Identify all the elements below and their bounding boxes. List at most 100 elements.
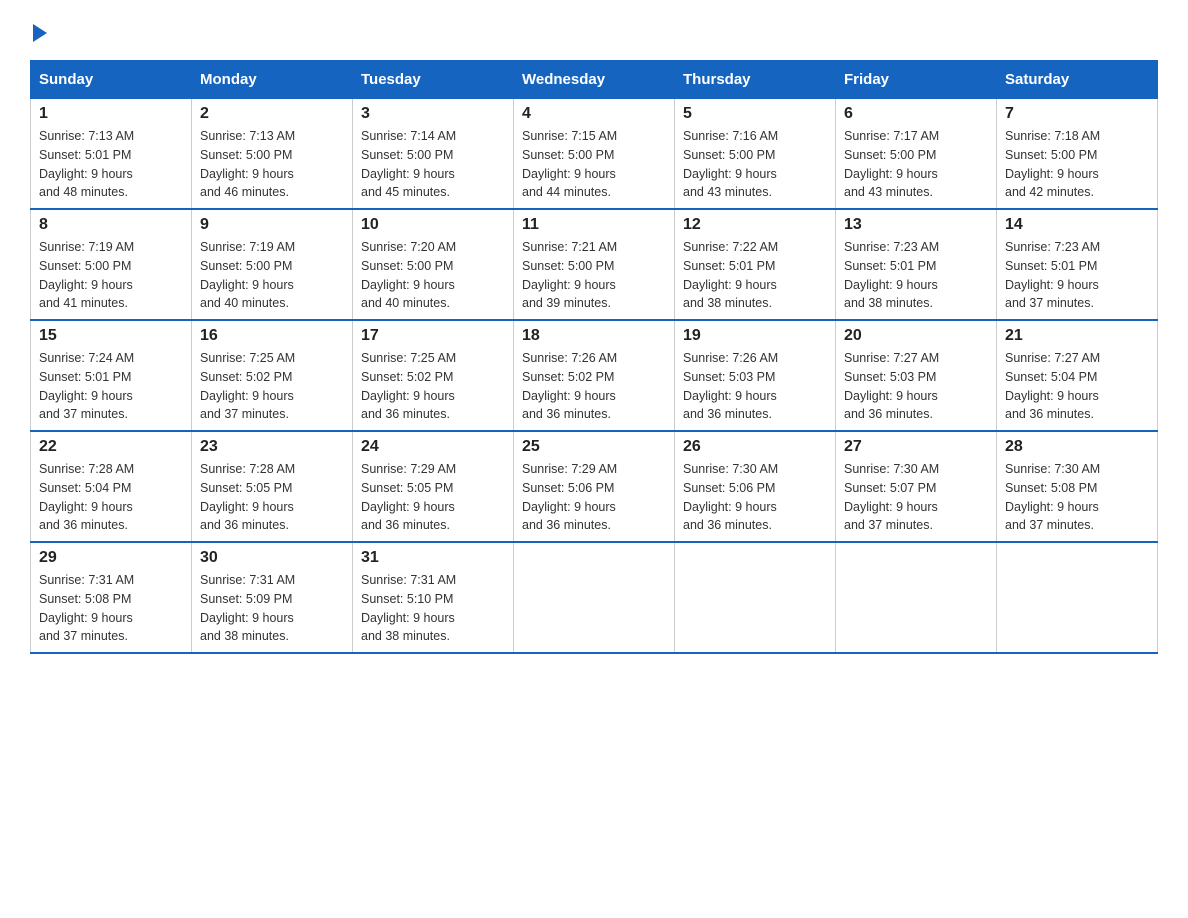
day-info: Sunrise: 7:27 AMSunset: 5:03 PMDaylight:… — [844, 349, 988, 424]
calendar-cell: 6 Sunrise: 7:17 AMSunset: 5:00 PMDayligh… — [836, 99, 997, 210]
week-row-5: 29 Sunrise: 7:31 AMSunset: 5:08 PMDaylig… — [31, 542, 1158, 653]
calendar-cell: 29 Sunrise: 7:31 AMSunset: 5:08 PMDaylig… — [31, 542, 192, 653]
calendar-cell: 8 Sunrise: 7:19 AMSunset: 5:00 PMDayligh… — [31, 209, 192, 320]
day-info: Sunrise: 7:24 AMSunset: 5:01 PMDaylight:… — [39, 349, 183, 424]
calendar-cell: 3 Sunrise: 7:14 AMSunset: 5:00 PMDayligh… — [353, 99, 514, 210]
day-info: Sunrise: 7:18 AMSunset: 5:00 PMDaylight:… — [1005, 127, 1149, 202]
calendar-cell — [836, 542, 997, 653]
day-number: 22 — [39, 438, 183, 456]
week-row-2: 8 Sunrise: 7:19 AMSunset: 5:00 PMDayligh… — [31, 209, 1158, 320]
day-number: 4 — [522, 105, 666, 123]
day-number: 27 — [844, 438, 988, 456]
logo — [30, 20, 47, 42]
calendar-cell: 9 Sunrise: 7:19 AMSunset: 5:00 PMDayligh… — [192, 209, 353, 320]
header-row: SundayMondayTuesdayWednesdayThursdayFrid… — [31, 61, 1158, 99]
calendar-cell: 7 Sunrise: 7:18 AMSunset: 5:00 PMDayligh… — [997, 99, 1158, 210]
calendar-cell: 26 Sunrise: 7:30 AMSunset: 5:06 PMDaylig… — [675, 431, 836, 542]
day-number: 2 — [200, 105, 344, 123]
day-info: Sunrise: 7:16 AMSunset: 5:00 PMDaylight:… — [683, 127, 827, 202]
calendar-cell: 14 Sunrise: 7:23 AMSunset: 5:01 PMDaylig… — [997, 209, 1158, 320]
week-row-3: 15 Sunrise: 7:24 AMSunset: 5:01 PMDaylig… — [31, 320, 1158, 431]
day-number: 21 — [1005, 327, 1149, 345]
day-number: 8 — [39, 216, 183, 234]
day-info: Sunrise: 7:19 AMSunset: 5:00 PMDaylight:… — [39, 238, 183, 313]
day-info: Sunrise: 7:13 AMSunset: 5:00 PMDaylight:… — [200, 127, 344, 202]
page-header — [30, 20, 1158, 42]
col-header-wednesday: Wednesday — [514, 61, 675, 99]
calendar-cell: 21 Sunrise: 7:27 AMSunset: 5:04 PMDaylig… — [997, 320, 1158, 431]
day-info: Sunrise: 7:13 AMSunset: 5:01 PMDaylight:… — [39, 127, 183, 202]
day-number: 11 — [522, 216, 666, 234]
calendar-cell: 18 Sunrise: 7:26 AMSunset: 5:02 PMDaylig… — [514, 320, 675, 431]
day-number: 19 — [683, 327, 827, 345]
col-header-tuesday: Tuesday — [353, 61, 514, 99]
day-info: Sunrise: 7:29 AMSunset: 5:06 PMDaylight:… — [522, 460, 666, 535]
day-number: 18 — [522, 327, 666, 345]
day-number: 26 — [683, 438, 827, 456]
calendar-cell: 28 Sunrise: 7:30 AMSunset: 5:08 PMDaylig… — [997, 431, 1158, 542]
logo-arrow-icon — [33, 24, 47, 42]
calendar-cell: 24 Sunrise: 7:29 AMSunset: 5:05 PMDaylig… — [353, 431, 514, 542]
day-info: Sunrise: 7:30 AMSunset: 5:07 PMDaylight:… — [844, 460, 988, 535]
col-header-sunday: Sunday — [31, 61, 192, 99]
day-number: 23 — [200, 438, 344, 456]
calendar-header: SundayMondayTuesdayWednesdayThursdayFrid… — [31, 61, 1158, 99]
day-number: 14 — [1005, 216, 1149, 234]
day-info: Sunrise: 7:21 AMSunset: 5:00 PMDaylight:… — [522, 238, 666, 313]
day-info: Sunrise: 7:31 AMSunset: 5:09 PMDaylight:… — [200, 571, 344, 646]
day-number: 24 — [361, 438, 505, 456]
day-number: 7 — [1005, 105, 1149, 123]
calendar-cell: 31 Sunrise: 7:31 AMSunset: 5:10 PMDaylig… — [353, 542, 514, 653]
day-number: 20 — [844, 327, 988, 345]
calendar-cell: 25 Sunrise: 7:29 AMSunset: 5:06 PMDaylig… — [514, 431, 675, 542]
calendar-cell: 4 Sunrise: 7:15 AMSunset: 5:00 PMDayligh… — [514, 99, 675, 210]
day-info: Sunrise: 7:30 AMSunset: 5:08 PMDaylight:… — [1005, 460, 1149, 535]
col-header-saturday: Saturday — [997, 61, 1158, 99]
calendar-cell: 13 Sunrise: 7:23 AMSunset: 5:01 PMDaylig… — [836, 209, 997, 320]
day-number: 29 — [39, 549, 183, 567]
day-info: Sunrise: 7:31 AMSunset: 5:10 PMDaylight:… — [361, 571, 505, 646]
day-info: Sunrise: 7:22 AMSunset: 5:01 PMDaylight:… — [683, 238, 827, 313]
calendar-cell: 30 Sunrise: 7:31 AMSunset: 5:09 PMDaylig… — [192, 542, 353, 653]
calendar-cell: 5 Sunrise: 7:16 AMSunset: 5:00 PMDayligh… — [675, 99, 836, 210]
day-info: Sunrise: 7:25 AMSunset: 5:02 PMDaylight:… — [361, 349, 505, 424]
col-header-monday: Monday — [192, 61, 353, 99]
day-info: Sunrise: 7:27 AMSunset: 5:04 PMDaylight:… — [1005, 349, 1149, 424]
calendar-cell: 27 Sunrise: 7:30 AMSunset: 5:07 PMDaylig… — [836, 431, 997, 542]
day-number: 17 — [361, 327, 505, 345]
week-row-1: 1 Sunrise: 7:13 AMSunset: 5:01 PMDayligh… — [31, 99, 1158, 210]
week-row-4: 22 Sunrise: 7:28 AMSunset: 5:04 PMDaylig… — [31, 431, 1158, 542]
day-info: Sunrise: 7:31 AMSunset: 5:08 PMDaylight:… — [39, 571, 183, 646]
calendar-table: SundayMondayTuesdayWednesdayThursdayFrid… — [30, 60, 1158, 654]
day-info: Sunrise: 7:15 AMSunset: 5:00 PMDaylight:… — [522, 127, 666, 202]
day-info: Sunrise: 7:26 AMSunset: 5:03 PMDaylight:… — [683, 349, 827, 424]
col-header-friday: Friday — [836, 61, 997, 99]
calendar-cell: 2 Sunrise: 7:13 AMSunset: 5:00 PMDayligh… — [192, 99, 353, 210]
calendar-cell — [997, 542, 1158, 653]
day-info: Sunrise: 7:14 AMSunset: 5:00 PMDaylight:… — [361, 127, 505, 202]
day-info: Sunrise: 7:29 AMSunset: 5:05 PMDaylight:… — [361, 460, 505, 535]
calendar-cell: 1 Sunrise: 7:13 AMSunset: 5:01 PMDayligh… — [31, 99, 192, 210]
calendar-cell: 17 Sunrise: 7:25 AMSunset: 5:02 PMDaylig… — [353, 320, 514, 431]
calendar-cell — [514, 542, 675, 653]
day-info: Sunrise: 7:20 AMSunset: 5:00 PMDaylight:… — [361, 238, 505, 313]
calendar-cell: 23 Sunrise: 7:28 AMSunset: 5:05 PMDaylig… — [192, 431, 353, 542]
day-number: 5 — [683, 105, 827, 123]
day-number: 12 — [683, 216, 827, 234]
day-number: 10 — [361, 216, 505, 234]
day-number: 3 — [361, 105, 505, 123]
day-number: 16 — [200, 327, 344, 345]
logo-row1 — [30, 20, 47, 42]
logo-wrapper — [30, 20, 47, 42]
day-info: Sunrise: 7:23 AMSunset: 5:01 PMDaylight:… — [1005, 238, 1149, 313]
day-number: 6 — [844, 105, 988, 123]
day-info: Sunrise: 7:26 AMSunset: 5:02 PMDaylight:… — [522, 349, 666, 424]
day-info: Sunrise: 7:17 AMSunset: 5:00 PMDaylight:… — [844, 127, 988, 202]
calendar-cell: 15 Sunrise: 7:24 AMSunset: 5:01 PMDaylig… — [31, 320, 192, 431]
calendar-cell: 11 Sunrise: 7:21 AMSunset: 5:00 PMDaylig… — [514, 209, 675, 320]
day-number: 28 — [1005, 438, 1149, 456]
calendar-cell — [675, 542, 836, 653]
calendar-cell: 22 Sunrise: 7:28 AMSunset: 5:04 PMDaylig… — [31, 431, 192, 542]
col-header-thursday: Thursday — [675, 61, 836, 99]
day-info: Sunrise: 7:23 AMSunset: 5:01 PMDaylight:… — [844, 238, 988, 313]
